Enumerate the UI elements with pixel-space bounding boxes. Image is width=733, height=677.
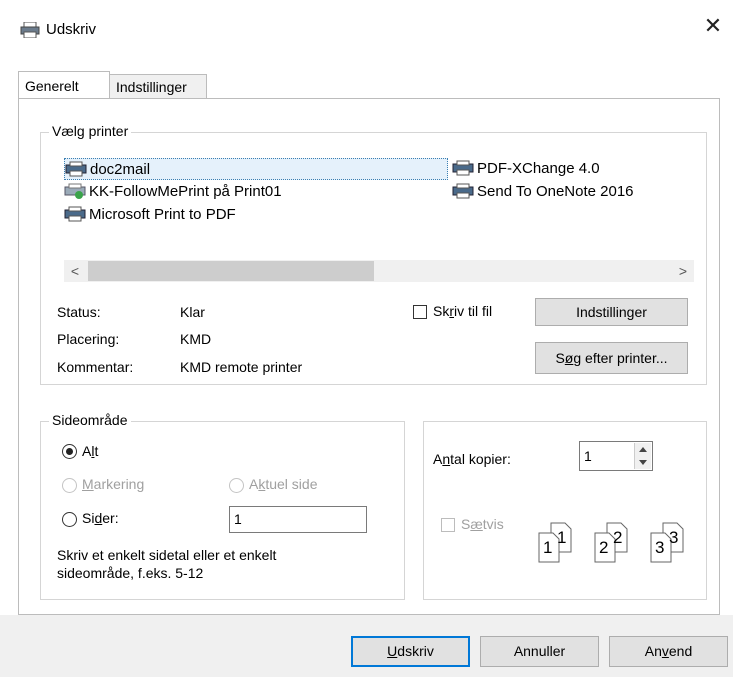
printer-settings-button[interactable]: Indstillinger (535, 298, 688, 326)
location-value: KMD (180, 331, 212, 347)
range-all-label: Alt (82, 443, 99, 459)
printer-item-ms-pdf[interactable]: Microsoft Print to PDF (64, 204, 236, 226)
printer-icon (20, 21, 40, 41)
page-range-hint: Skriv et enkelt sidetal eller et enkelt … (57, 547, 277, 581)
status-value: Klar (180, 304, 205, 320)
printer-device-icon (452, 160, 474, 176)
range-selection-label: Markering (82, 476, 145, 492)
range-pages-label: Sider: (82, 510, 119, 526)
printer-device-icon (64, 206, 86, 222)
copies-label: Antal kopier: (433, 451, 511, 467)
printer-item-onenote[interactable]: Send To OneNote 2016 (452, 181, 634, 203)
collate-page: 3 (655, 538, 665, 557)
range-selection-radio[interactable] (62, 478, 77, 493)
printer-name: PDF-XChange 4.0 (477, 160, 600, 177)
collate-page: 1 (543, 538, 553, 557)
collate-label: Sætvis (461, 516, 504, 532)
printer-name: KK-FollowMePrint på Print01 (89, 183, 282, 200)
printer-name: doc2mail (90, 161, 151, 178)
copies-group (423, 421, 707, 600)
status-label: Status: (57, 304, 101, 320)
printer-device-icon (65, 161, 87, 177)
pages-input[interactable]: 1 (229, 506, 367, 533)
collate-page: 3 (669, 528, 679, 547)
collate-page: 1 (557, 528, 567, 547)
print-to-file-label: Skriv til fil (433, 303, 493, 319)
scrollbar-thumb[interactable] (88, 261, 374, 281)
scroll-left-icon[interactable]: < (64, 260, 86, 282)
printer-device-icon (452, 183, 474, 199)
collate-checkbox[interactable] (441, 518, 455, 532)
comment-value: KMD remote printer (180, 359, 303, 375)
printer-item-doc2mail[interactable]: doc2mail (64, 158, 448, 180)
collate-page: 2 (613, 528, 623, 547)
range-pages-radio[interactable] (62, 512, 77, 527)
copies-spinner[interactable] (634, 443, 651, 469)
range-all-radio[interactable] (62, 444, 77, 459)
collate-preview-icon: 1 1 2 2 3 3 (535, 522, 695, 567)
printer-name: Microsoft Print to PDF (89, 206, 236, 223)
tab-general[interactable]: Generelt (18, 71, 110, 99)
tab-settings[interactable]: Indstillinger (109, 74, 207, 99)
spin-down-icon[interactable] (635, 456, 651, 469)
page-range-legend: Sideområde (49, 412, 131, 428)
comment-label: Kommentar: (57, 359, 134, 375)
printer-item-followme[interactable]: KK-FollowMePrint på Print01 (64, 181, 282, 203)
scroll-right-icon[interactable]: > (672, 260, 694, 282)
spin-up-icon[interactable] (635, 443, 651, 456)
network-printer-icon (64, 183, 86, 199)
window-title: Udskriv (46, 21, 97, 38)
select-printer-legend: Vælg printer (49, 123, 132, 139)
find-printer-button[interactable]: Søg efter printer... (535, 342, 688, 374)
printer-name: Send To OneNote 2016 (477, 183, 634, 200)
apply-button[interactable]: Anvend (609, 636, 728, 667)
location-label: Placering: (57, 331, 120, 347)
cancel-button[interactable]: Annuller (480, 636, 599, 667)
print-button[interactable]: Udskriv (351, 636, 470, 667)
collate-page: 2 (599, 538, 609, 557)
print-to-file-checkbox[interactable] (413, 305, 427, 319)
close-icon[interactable]: ✕ (700, 14, 726, 38)
range-current-label: Aktuel side (249, 476, 318, 492)
range-current-radio[interactable] (229, 478, 244, 493)
printer-item-pdf-xchange[interactable]: PDF-XChange 4.0 (452, 158, 600, 180)
